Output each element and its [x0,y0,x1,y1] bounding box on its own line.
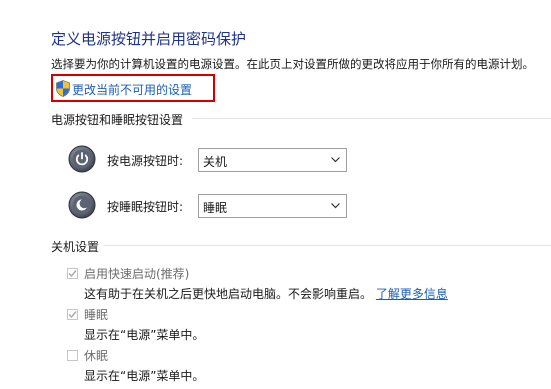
section-divider [104,245,551,246]
sleep-option-label: 睡眠 [84,308,109,322]
fast-startup-label: 启用快速启动(推荐) [84,267,190,281]
sleep-button-label: 按睡眠按钮时: [107,200,184,214]
shutdown-section-title: 关机设置 [51,240,100,254]
change-settings-link-highlight[interactable]: 更改当前不可用的设置 [51,74,215,102]
hibernate-menu-checkbox[interactable] [67,350,78,361]
power-button-icon [68,145,96,173]
hibernate-option-label: 休眠 [84,349,109,363]
section-divider [192,118,551,119]
hibernate-option-description: 显示在“电源”菜单中。 [84,369,205,383]
sleep-button-action-select[interactable]: 睡眠 [198,194,347,218]
page-title: 定义电源按钮并启用密码保护 [51,30,247,48]
sleep-button-icon [68,191,96,219]
sleep-menu-checkbox[interactable] [67,309,78,320]
learn-more-link[interactable]: 了解更多信息 [376,287,448,301]
checkmark-icon [68,311,77,319]
intro-text: 选择要为你的计算机设置的电源设置。在此页上对设置所做的更改将应用于你所有的电源计… [51,57,534,71]
checkmark-icon [68,270,77,278]
chevron-down-icon [331,157,340,163]
change-settings-link[interactable]: 更改当前不可用的设置 [72,81,192,98]
power-buttons-section-title: 电源按钮和睡眠按钮设置 [51,113,184,127]
power-button-action-value: 关机 [203,155,228,169]
power-button-action-select[interactable]: 关机 [198,148,347,172]
fast-startup-desc-text: 这有助于在关机之后更快地启动电脑。不会影响重启。 [84,287,373,301]
fast-startup-description: 这有助于在关机之后更快地启动电脑。不会影响重启。 了解更多信息 [84,285,448,302]
power-button-label: 按电源按钮时: [107,154,184,168]
sleep-option-description: 显示在“电源”菜单中。 [84,328,205,342]
fast-startup-checkbox[interactable] [67,268,78,279]
uac-shield-icon [56,80,70,97]
chevron-down-icon [331,203,340,209]
sleep-button-action-value: 睡眠 [203,201,228,215]
